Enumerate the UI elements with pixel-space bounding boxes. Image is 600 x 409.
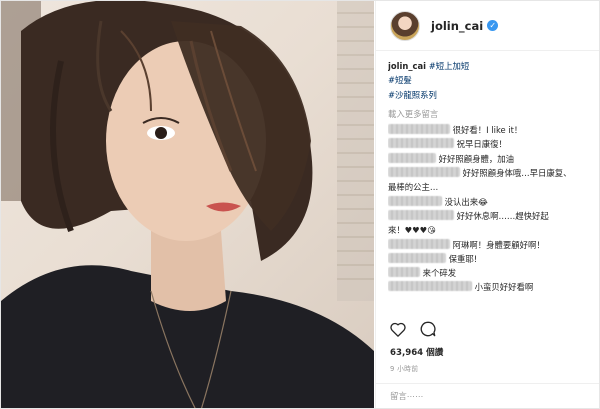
comments-list: jolin_cai #短上加短 #短髮 #沙龍照系列 載入更多留言 很好看！I … xyxy=(388,59,593,311)
blurred-username xyxy=(388,152,436,163)
caption-username[interactable]: jolin_cai xyxy=(388,61,426,71)
blurred-username xyxy=(388,209,454,220)
load-more-comments-button[interactable]: 載入更多留言 xyxy=(388,107,593,121)
like-count[interactable]: 63,964 個讚 xyxy=(390,346,443,358)
post-header: jolin_cai ✓ xyxy=(376,1,599,51)
username-link[interactable]: jolin_cai xyxy=(431,19,483,33)
comment-text: 最棒的公主… xyxy=(388,182,439,193)
comment-item: 很好看！I like it！ xyxy=(388,123,593,137)
hashtag-link[interactable]: #短髮 xyxy=(388,75,412,85)
avatar[interactable] xyxy=(390,10,420,41)
comment-item: 好好照顧身體，加油 xyxy=(388,152,593,166)
comment-text: 阿琳啊！身體要顧好啊！ xyxy=(452,239,545,250)
speech-bubble-icon[interactable] xyxy=(420,321,436,337)
comment-item: 来个碎发 xyxy=(388,266,593,280)
comment-item: 没认出来😂 xyxy=(388,195,593,209)
caption: jolin_cai #短上加短 #短髮 #沙龍照系列 xyxy=(388,59,593,102)
comment-item: 小蛮贝好好看啊 xyxy=(388,280,593,294)
comment-text: 没认出来😂 xyxy=(444,196,488,207)
post-photo[interactable] xyxy=(1,1,374,408)
comment-text: 小蛮贝好好看啊 xyxy=(474,282,534,293)
post-sidebar: jolin_cai ✓ jolin_cai #短上加短 #短髮 #沙龍照系列 載… xyxy=(375,1,599,408)
blurred-username xyxy=(388,252,446,263)
comment-text: 祝早日康復！ xyxy=(456,139,507,150)
blurred-username xyxy=(388,267,420,278)
comment-text: 好好休息啊……趕快好起 xyxy=(456,210,549,221)
post-timestamp[interactable]: 9 小時前 xyxy=(390,363,418,373)
hashtag-link[interactable]: #短上加短 xyxy=(429,61,470,71)
comment-text: 很好看！I like it！ xyxy=(452,125,523,136)
hashtag-link[interactable]: #沙龍照系列 xyxy=(388,90,437,100)
heart-outline-icon[interactable] xyxy=(390,322,406,337)
add-comment-input[interactable]: 留言⋯⋯ xyxy=(376,383,599,408)
comment-item: 阿琳啊！身體要顧好啊！ xyxy=(388,238,593,252)
blurred-username xyxy=(388,138,454,149)
comment-item: 保重耶! xyxy=(388,252,593,266)
comment-item-continued: 最棒的公主… xyxy=(388,180,593,194)
post-actions xyxy=(390,321,436,337)
blurred-username xyxy=(388,124,450,135)
comment-item-continued: 來！♥♥♥😘 xyxy=(388,223,593,237)
comment-text: 來！♥♥♥😘 xyxy=(388,225,437,236)
comment-text: 保重耶! xyxy=(448,253,478,264)
blurred-username xyxy=(388,195,442,206)
blurred-username xyxy=(388,167,460,178)
comment-text: 好好照顧身體，加油 xyxy=(438,153,515,164)
comment-item: 祝早日康復！ xyxy=(388,137,593,151)
instagram-post: jolin_cai ✓ jolin_cai #短上加短 #短髮 #沙龍照系列 載… xyxy=(0,0,600,409)
blurred-username xyxy=(388,238,450,249)
comment-item: 好好休息啊……趕快好起 xyxy=(388,209,593,223)
comment-text: 好好照顧身体哦…早日康复、 xyxy=(462,168,572,179)
comment-text: 来个碎发 xyxy=(422,268,457,279)
blurred-username xyxy=(388,281,472,292)
comment-item: 好好照顧身体哦…早日康复、 xyxy=(388,166,593,180)
verified-badge-icon: ✓ xyxy=(487,20,499,31)
selfie-illustration xyxy=(1,1,374,408)
